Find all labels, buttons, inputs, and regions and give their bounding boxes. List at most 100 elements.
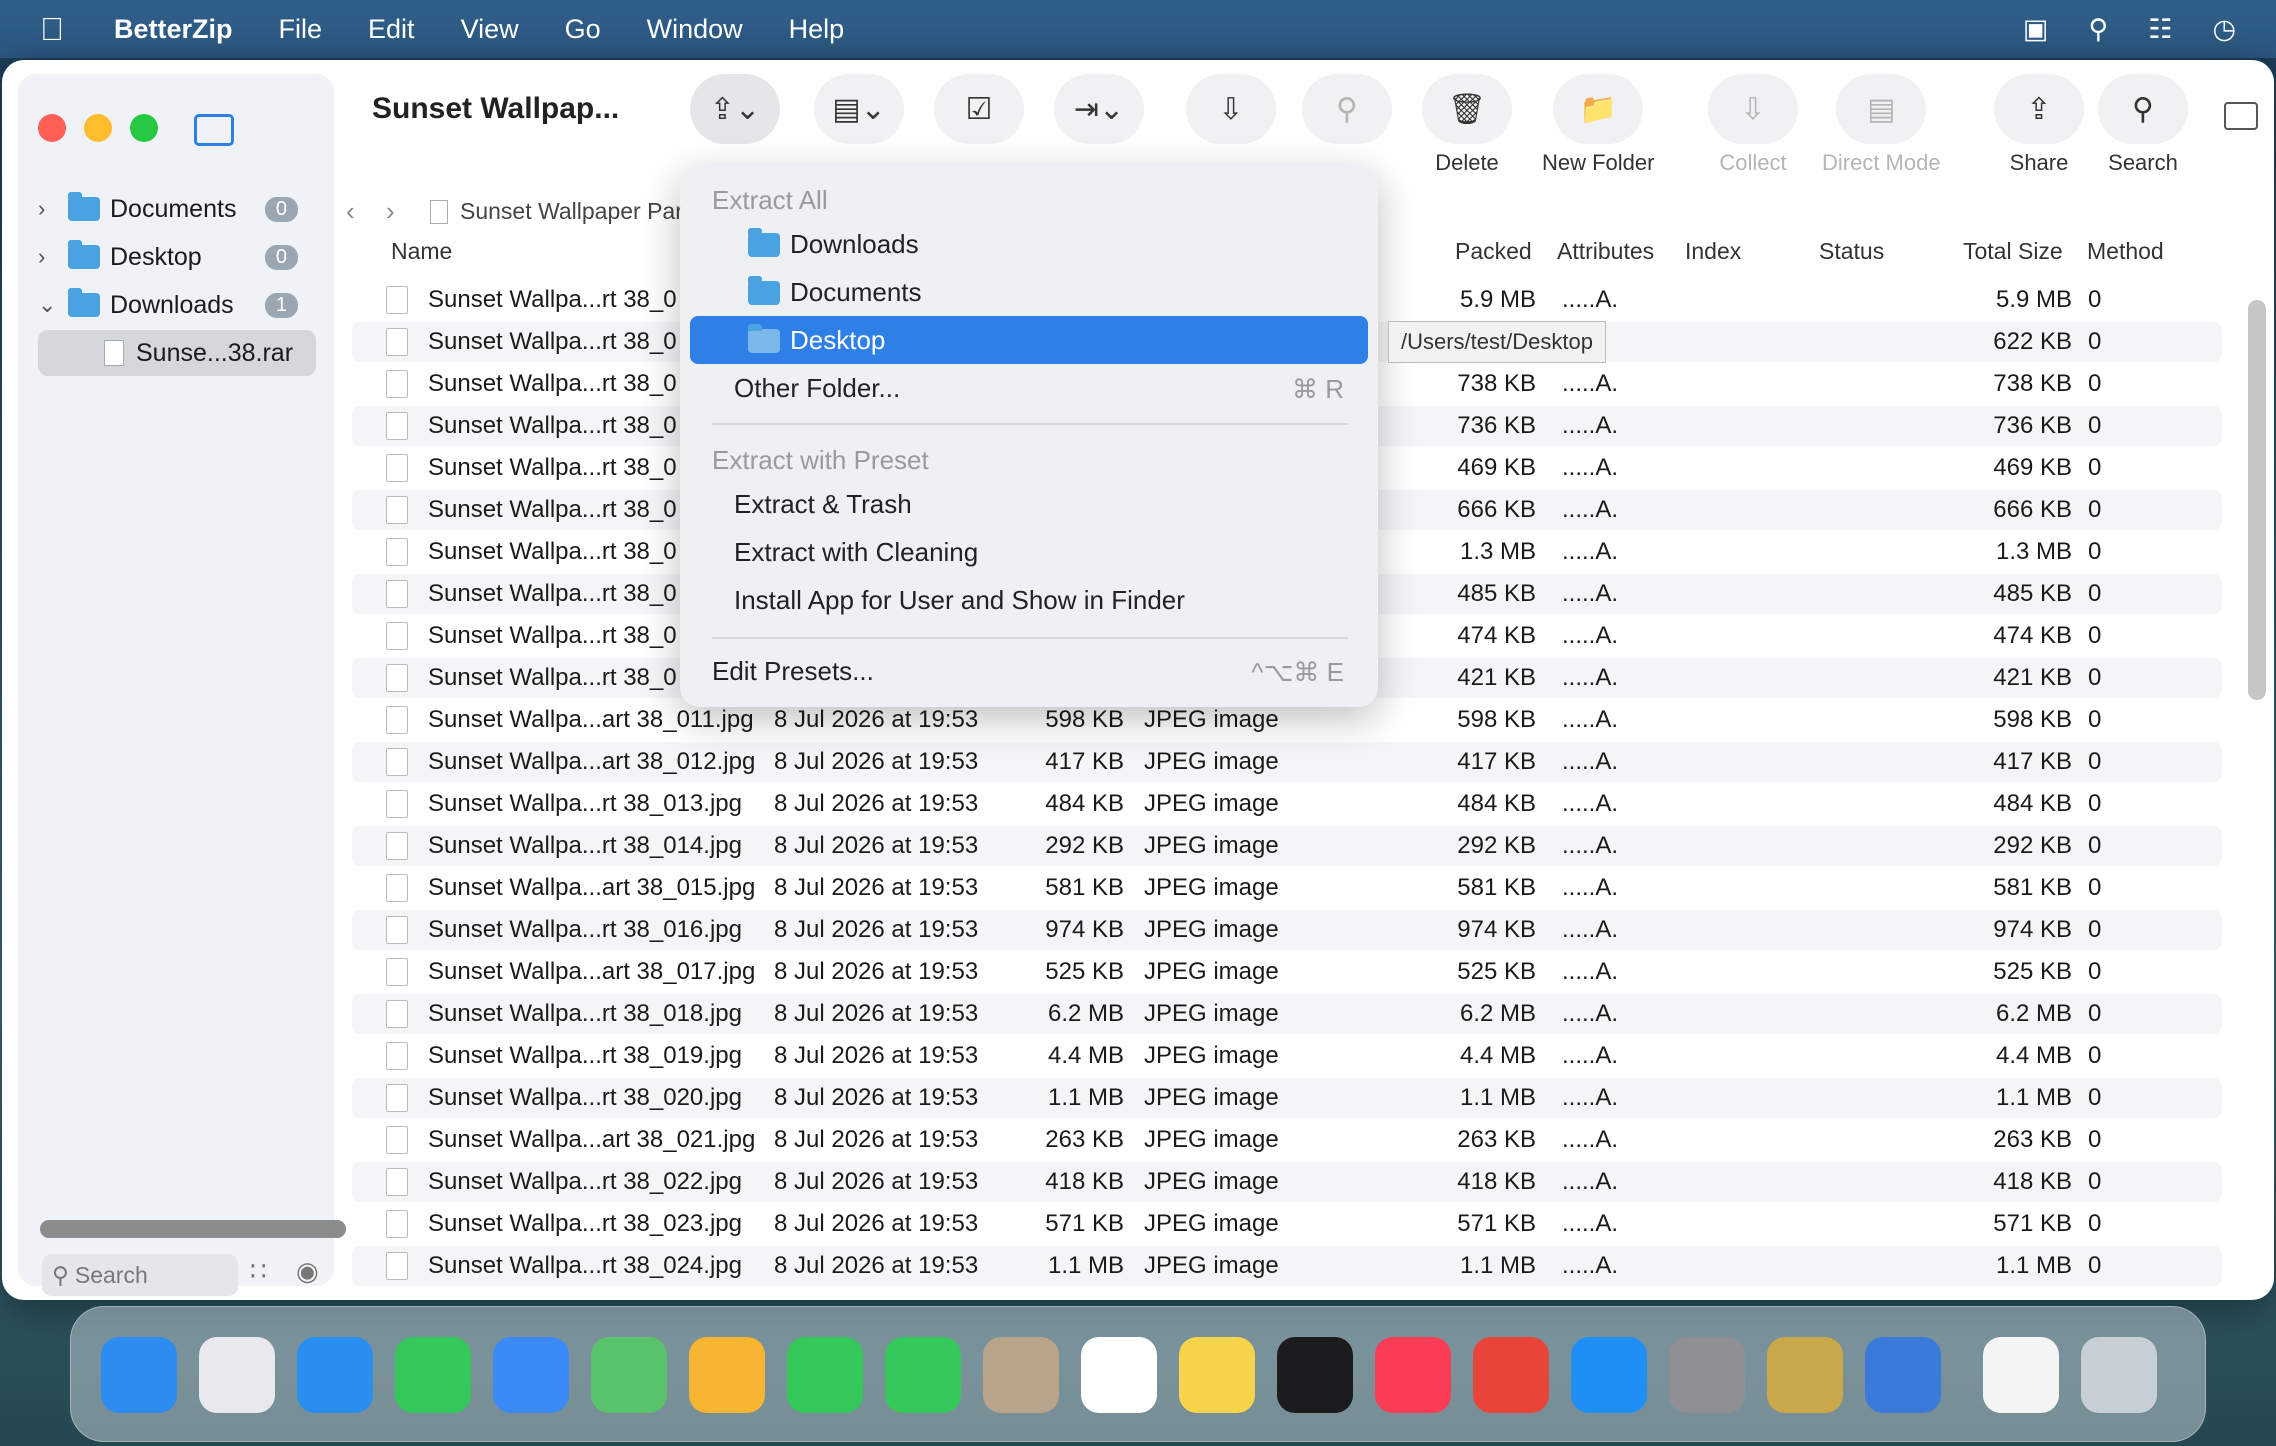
apple-icon[interactable]:  xyxy=(40,11,64,48)
system-settings-icon[interactable] xyxy=(1669,1337,1745,1413)
list-scrollbar[interactable] xyxy=(2248,300,2266,700)
menu-item-install-app[interactable]: Install App for User and Show in Finder xyxy=(690,576,1368,624)
siri-icon[interactable]: ◷ xyxy=(2212,14,2236,45)
col-index[interactable]: Index xyxy=(1685,238,1741,265)
menu-item-other-folder[interactable]: Other Folder... ⌘ R xyxy=(690,364,1368,412)
table-row[interactable]: Sunset Wallpa...art 38_017.jpg 8 Jul 2026… xyxy=(352,952,2222,992)
menu-edit[interactable]: Edit xyxy=(368,14,415,45)
table-row[interactable]: Sunset Wallpa...rt 38_020.jpg 8 Jul 2026 … xyxy=(352,1078,2222,1118)
col-method[interactable]: Method xyxy=(2087,238,2164,265)
delete-button[interactable]: 🗑 Delete xyxy=(1422,60,1512,176)
forward-icon[interactable]: › xyxy=(386,196,395,227)
cell-packed: 417 KB xyxy=(1457,748,1536,775)
table-row[interactable]: Sunset Wallpa...rt 38_019.jpg 8 Jul 2026 … xyxy=(352,1036,2222,1076)
photos-icon[interactable] xyxy=(689,1337,765,1413)
rocket-icon[interactable] xyxy=(1473,1337,1549,1413)
contacts-icon[interactable] xyxy=(983,1337,1059,1413)
filter-icon[interactable]: ∷ xyxy=(250,1256,267,1287)
maps-icon[interactable] xyxy=(591,1337,667,1413)
menu-help[interactable]: Help xyxy=(789,14,845,45)
betterzip-icon[interactable] xyxy=(1767,1337,1843,1413)
cell-attributes: .....A. xyxy=(1562,1000,1619,1027)
document-icon[interactable] xyxy=(1983,1337,2059,1413)
app-icon[interactable] xyxy=(1865,1337,1941,1413)
sidebar-item-archive[interactable]: Sunse...38.rar xyxy=(38,330,316,376)
table-row[interactable]: Sunset Wallpa...rt 38_023.jpg 8 Jul 2026 … xyxy=(352,1204,2222,1244)
test-button[interactable]: ☑ xyxy=(934,60,1024,150)
col-packed[interactable]: Packed xyxy=(1455,238,1532,265)
spotlight-icon[interactable]: ⚲ xyxy=(2088,14,2108,45)
cell-size: 292 KB xyxy=(1045,832,1124,859)
finder-icon[interactable] xyxy=(101,1337,177,1413)
sidebar-item-downloads[interactable]: ⌄ Downloads 1 xyxy=(38,284,318,326)
zoom-button[interactable] xyxy=(130,114,158,142)
table-row[interactable]: Sunset Wallpa...rt 38_024.jpg 8 Jul 2026 … xyxy=(352,1246,2222,1286)
col-status[interactable]: Status xyxy=(1819,238,1884,265)
menu-item-extract-cleaning[interactable]: Extract with Cleaning xyxy=(690,528,1368,576)
add-button[interactable]: ⇩ xyxy=(1186,60,1276,150)
menu-app-name[interactable]: BetterZip xyxy=(114,14,233,45)
back-icon[interactable]: ‹ xyxy=(346,196,355,227)
trash-icon[interactable] xyxy=(2081,1337,2157,1413)
status-app-icon[interactable]: ▣ xyxy=(2023,14,2049,45)
sidebar-item-documents[interactable]: › Documents 0 xyxy=(38,188,318,230)
menu-item-edit-presets[interactable]: Edit Presets... ^⌥⌘ E xyxy=(690,647,1368,695)
move-button[interactable]: ⇥⌄ xyxy=(1054,60,1144,150)
menu-item-extract-trash[interactable]: Extract & Trash xyxy=(690,480,1368,528)
table-row[interactable]: Sunset Wallpa...art 38_021.jpg 8 Jul 2026… xyxy=(352,1120,2222,1160)
messages-icon[interactable] xyxy=(395,1337,471,1413)
menu-item-desktop[interactable]: Desktop xyxy=(690,316,1368,364)
cell-total-size: 1.3 MB xyxy=(1995,538,2072,565)
search-button[interactable]: ⚲ Search xyxy=(2098,60,2188,176)
chevron-right-icon[interactable]: › xyxy=(38,244,68,270)
menu-file[interactable]: File xyxy=(279,14,323,45)
save-button[interactable]: ▤⌄ xyxy=(814,60,904,150)
collect-button[interactable]: ⇩ Collect xyxy=(1708,60,1798,176)
new-folder-button[interactable]: 📁 New Folder xyxy=(1542,60,1654,176)
col-attributes[interactable]: Attributes xyxy=(1557,238,1654,265)
table-row[interactable]: Sunset Wallpa...art 38_012.jpg 8 Jul 2026… xyxy=(352,742,2222,782)
table-row[interactable]: Sunset Wallpa...rt 38_013.jpg 8 Jul 2026 … xyxy=(352,784,2222,824)
launchpad-icon[interactable] xyxy=(199,1337,275,1413)
facetime-icon[interactable] xyxy=(787,1337,863,1413)
path-breadcrumb[interactable]: Sunset Wallpaper Par xyxy=(460,198,683,225)
cell-name: Sunset Wallpa...rt 38_0 xyxy=(428,286,677,313)
direct-mode-button[interactable]: ▤ Direct Mode xyxy=(1822,60,1941,176)
col-name[interactable]: Name xyxy=(391,238,452,265)
menu-window[interactable]: Window xyxy=(647,14,743,45)
cell-name: Sunset Wallpa...rt 38_013.jpg xyxy=(428,790,742,817)
table-row[interactable]: Sunset Wallpa...rt 38_014.jpg 8 Jul 2026 … xyxy=(352,826,2222,866)
safari-icon[interactable] xyxy=(297,1337,373,1413)
close-button[interactable] xyxy=(38,114,66,142)
sidebar-scrollbar[interactable] xyxy=(40,1220,346,1238)
menu-item-documents[interactable]: Documents xyxy=(690,268,1368,316)
sidebar-item-desktop[interactable]: › Desktop 0 xyxy=(38,236,318,278)
menu-item-downloads[interactable]: Downloads xyxy=(690,220,1368,268)
preview-icon[interactable]: ◉ xyxy=(296,1256,319,1287)
col-total-size[interactable]: Total Size xyxy=(1963,238,2063,265)
music-icon[interactable] xyxy=(1375,1337,1451,1413)
share-button[interactable]: ⇪ Share xyxy=(1994,60,2084,176)
view-button[interactable]: ⚲ xyxy=(1302,60,1392,150)
chevron-down-icon[interactable]: ⌄ xyxy=(38,292,68,318)
checkmark-icon: ☑ xyxy=(934,74,1024,144)
sidebar-toggle-icon[interactable] xyxy=(194,114,234,146)
reminders-icon[interactable] xyxy=(1081,1337,1157,1413)
inspector-toggle-icon[interactable] xyxy=(2224,102,2258,130)
minimize-button[interactable] xyxy=(84,114,112,142)
table-row[interactable]: Sunset Wallpa...rt 38_022.jpg 8 Jul 2026 … xyxy=(352,1162,2222,1202)
extract-button[interactable]: ⇪⌄ xyxy=(690,60,780,150)
chevron-right-icon[interactable]: › xyxy=(38,196,68,222)
table-row[interactable]: Sunset Wallpa...rt 38_016.jpg 8 Jul 2026 … xyxy=(352,910,2222,950)
table-row[interactable]: Sunset Wallpa...art 38_015.jpg 8 Jul 2026… xyxy=(352,868,2222,908)
notes-icon[interactable] xyxy=(1179,1337,1255,1413)
mail-icon[interactable] xyxy=(493,1337,569,1413)
sidebar-search-input[interactable]: ⚲ Search xyxy=(42,1254,238,1296)
menu-go[interactable]: Go xyxy=(565,14,601,45)
menu-view[interactable]: View xyxy=(461,14,519,45)
app-store-icon[interactable] xyxy=(1571,1337,1647,1413)
phone-icon[interactable] xyxy=(885,1337,961,1413)
control-center-icon[interactable]: ☷ xyxy=(2148,14,2172,45)
table-row[interactable]: Sunset Wallpa...rt 38_018.jpg 8 Jul 2026 … xyxy=(352,994,2222,1034)
tv-icon[interactable] xyxy=(1277,1337,1353,1413)
